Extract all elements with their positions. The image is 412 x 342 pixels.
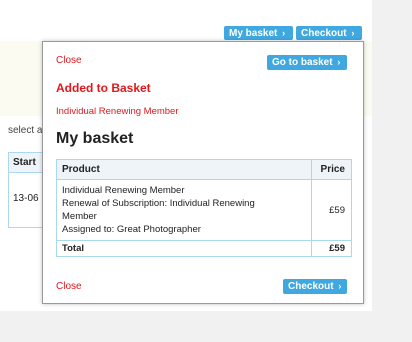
close-popup-bottom-link[interactable]: Close	[56, 281, 82, 292]
header-checkout-button[interactable]: Checkout ›	[296, 26, 362, 40]
popup-checkout-button-label: Checkout	[288, 281, 334, 292]
my-basket-button[interactable]: My basket ›	[224, 26, 293, 40]
product-line: Individual Renewing Member	[62, 185, 185, 196]
my-basket-button-label: My basket	[229, 28, 278, 39]
total-value: £59	[311, 240, 352, 257]
table-row: Individual Renewing Member Renewal of Su…	[56, 179, 352, 241]
popup-checkout-button[interactable]: Checkout ›	[283, 279, 347, 294]
header-checkout-button-label: Checkout	[301, 28, 347, 39]
chevron-right-icon: ›	[282, 28, 286, 38]
added-to-basket-popup: Close Go to basket › Added to Basket Ind…	[42, 41, 364, 304]
price-column-header: Price	[311, 159, 352, 180]
total-label: Total	[56, 240, 312, 257]
product-cell: Individual Renewing Member Renewal of Su…	[56, 179, 312, 241]
page-footer-band	[0, 311, 372, 342]
chevron-right-icon: ›	[351, 28, 355, 38]
price-cell: £59	[311, 179, 352, 241]
total-row: Total £59	[56, 240, 352, 257]
chevron-right-icon: ›	[337, 57, 341, 67]
basket-table: Product Price Individual Renewing Member…	[56, 159, 352, 257]
product-line: Assigned to: Great Photographer	[62, 224, 201, 235]
close-popup-link[interactable]: Close	[56, 55, 82, 66]
product-column-header: Product	[56, 159, 312, 180]
added-item-name: Individual Renewing Member	[56, 106, 179, 117]
background-instruction-text: select a	[8, 125, 43, 136]
basket-title: My basket	[56, 130, 134, 147]
product-line: Member	[62, 211, 97, 222]
added-to-basket-heading: Added to Basket	[56, 81, 151, 95]
page-side-background	[372, 0, 412, 342]
chevron-right-icon: ›	[338, 281, 342, 291]
go-to-basket-button-label: Go to basket	[272, 57, 333, 68]
product-line: Renewal of Subscription: Individual Rene…	[62, 198, 255, 209]
basket-table-header-row: Product Price	[56, 159, 352, 180]
go-to-basket-button[interactable]: Go to basket ›	[267, 55, 347, 70]
